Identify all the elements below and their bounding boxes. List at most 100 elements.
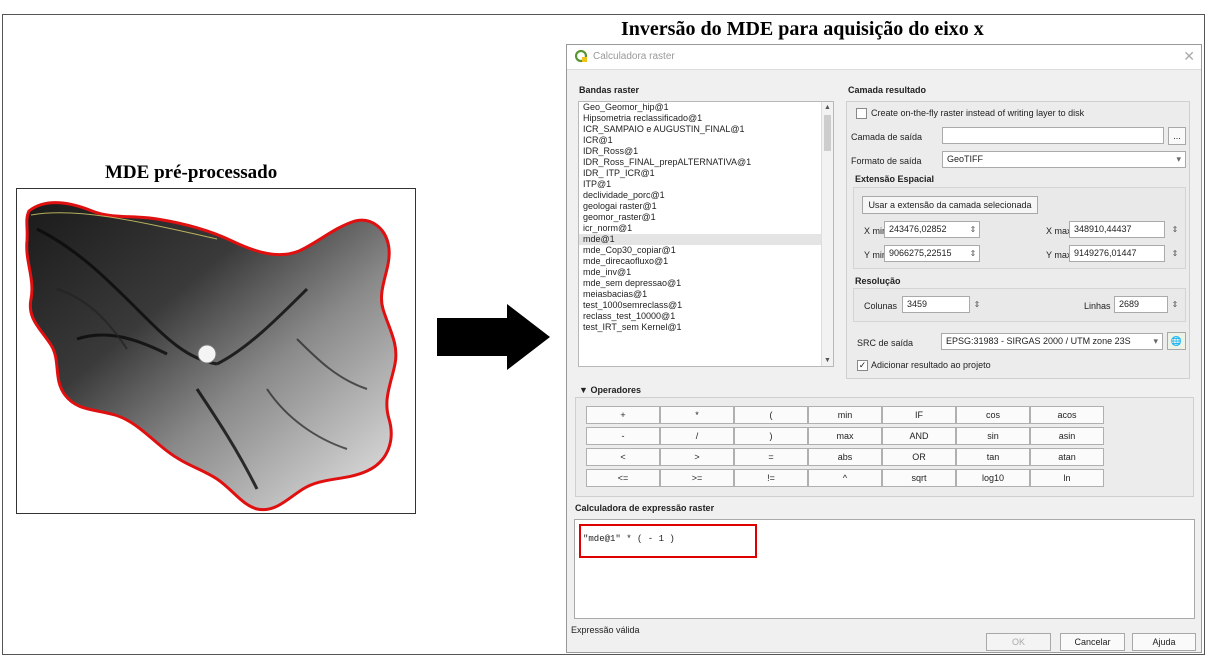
band-list-item[interactable]: ICR@1 <box>579 135 833 146</box>
band-list-item[interactable]: ICR_SAMPAIO e AUGUSTIN_FINAL@1 <box>579 124 833 135</box>
operator-button[interactable]: atan <box>1030 448 1104 466</box>
operator-button[interactable]: acos <box>1030 406 1104 424</box>
operator-button[interactable]: ( <box>734 406 808 424</box>
band-list-item[interactable]: geologai raster@1 <box>579 201 833 212</box>
operators-heading[interactable]: ▼ Operadores <box>579 385 641 395</box>
crs-label: SRC de saída <box>857 338 914 348</box>
extent-heading: Extensão Espacial <box>855 174 935 184</box>
scroll-down-icon[interactable]: ▼ <box>822 355 833 366</box>
format-label: Formato de saída <box>851 156 922 166</box>
bands-scrollbar[interactable]: ▲ ▼ <box>821 102 833 366</box>
use-layer-extent-button[interactable]: Usar a extensão da camada selecionada <box>862 196 1038 214</box>
operator-button[interactable]: + <box>586 406 660 424</box>
close-icon[interactable]: ✕ <box>1183 48 1195 65</box>
right-figure-title: Inversão do MDE para aquisição do eixo x <box>621 18 984 40</box>
add-result-label: Adicionar resultado ao projeto <box>871 360 991 370</box>
operator-button[interactable]: asin <box>1030 427 1104 445</box>
band-list-item[interactable]: IDR_ ITP_ICR@1 <box>579 168 833 179</box>
band-list-item[interactable]: meiasbacias@1 <box>579 289 833 300</box>
qgis-logo-icon <box>575 50 588 63</box>
scroll-thumb[interactable] <box>824 115 831 151</box>
band-list-item[interactable]: IDR_Ross_FINAL_prepALTERNATIVA@1 <box>579 157 833 168</box>
left-figure-title: MDE pré-processado <box>105 162 278 183</box>
columns-field[interactable]: 3459 <box>902 296 970 313</box>
operator-button[interactable]: min <box>808 406 882 424</box>
operator-button[interactable]: cos <box>956 406 1030 424</box>
operator-button[interactable]: AND <box>882 427 956 445</box>
band-list-item[interactable]: mde_Cop30_copiar@1 <box>579 245 833 256</box>
ymin-spin-icon[interactable]: ⇕ <box>968 246 978 261</box>
operator-button[interactable]: IF <box>882 406 956 424</box>
chevron-down-icon: ▾ <box>1153 336 1158 346</box>
band-list-item[interactable]: reclass_test_10000@1 <box>579 311 833 322</box>
band-list-item[interactable]: test_1000semreclass@1 <box>579 300 833 311</box>
operator-button[interactable]: abs <box>808 448 882 466</box>
operator-button[interactable]: / <box>660 427 734 445</box>
operator-button[interactable]: ^ <box>808 469 882 487</box>
operator-button[interactable]: tan <box>956 448 1030 466</box>
ymax-spin-icon[interactable]: ⇕ <box>1170 246 1180 261</box>
operator-button[interactable]: sin <box>956 427 1030 445</box>
collapse-triangle-icon: ▼ <box>579 385 588 395</box>
ymax-label: Y max <box>1046 250 1072 260</box>
band-list-item[interactable]: Hipsometria reclassificado@1 <box>579 113 833 124</box>
operator-button[interactable]: max <box>808 427 882 445</box>
xmax-field[interactable]: 348910,44437 <box>1069 221 1165 238</box>
operator-button[interactable]: ln <box>1030 469 1104 487</box>
band-list-item[interactable]: mde_direcaofluxo@1 <box>579 256 833 267</box>
select-crs-globe-icon[interactable]: 🌐 <box>1167 332 1186 350</box>
raster-calculator-dialog: Calculadora raster ✕ Bandas raster Geo_G… <box>566 44 1202 653</box>
extent-group: Usar a extensão da camada selecionada X … <box>853 187 1186 269</box>
ok-button[interactable]: OK <box>986 633 1051 651</box>
operator-button[interactable]: * <box>660 406 734 424</box>
operator-button[interactable]: < <box>586 448 660 466</box>
scroll-up-icon[interactable]: ▲ <box>822 102 833 113</box>
operator-button[interactable]: = <box>734 448 808 466</box>
operator-button[interactable]: <= <box>586 469 660 487</box>
band-list-item[interactable]: geomor_raster@1 <box>579 212 833 223</box>
band-list-item[interactable]: mde@1 <box>579 234 833 245</box>
band-list-item[interactable]: declividade_porc@1 <box>579 190 833 201</box>
onthefly-checkbox[interactable] <box>856 108 867 119</box>
operator-button[interactable]: OR <box>882 448 956 466</box>
ymax-field[interactable]: 9149276,01447 <box>1069 245 1165 262</box>
expression-text: "mde@1" * ( - 1 ) <box>583 534 675 544</box>
band-list-item[interactable]: icr_norm@1 <box>579 223 833 234</box>
cancel-button[interactable]: Cancelar <box>1060 633 1125 651</box>
band-list-item[interactable]: Geo_Geomor_hip@1 <box>579 102 833 113</box>
right-arrow-icon <box>437 304 552 375</box>
crs-select[interactable]: EPSG:31983 - SIRGAS 2000 / UTM zone 23S … <box>941 333 1163 350</box>
dem-map-graphic <box>25 201 398 512</box>
operators-panel: + *(min IF cos acos - /) max AND sin asin < > = abs OR t… <box>575 397 1194 497</box>
output-layer-field[interactable] <box>942 127 1164 144</box>
xmin-spin-icon[interactable]: ⇕ <box>968 222 978 237</box>
raster-bands-list[interactable]: Geo_Geomor_hip@1 Hipsometria reclassifica… <box>578 101 834 367</box>
expression-editor[interactable]: "mde@1" * ( - 1 ) <box>574 519 1195 619</box>
band-list-item[interactable]: mde_sem depressao@1 <box>579 278 833 289</box>
rows-spin-icon[interactable]: ⇕ <box>1170 297 1180 312</box>
ymin-field[interactable]: 9066275,22515 <box>884 245 980 262</box>
operator-button[interactable]: sqrt <box>882 469 956 487</box>
operator-button[interactable]: log10 <box>956 469 1030 487</box>
operator-button[interactable]: != <box>734 469 808 487</box>
operator-button[interactable]: > <box>660 448 734 466</box>
rows-field[interactable]: 2689 <box>1114 296 1168 313</box>
columns-label: Colunas <box>864 301 898 311</box>
operator-button[interactable]: ) <box>734 427 808 445</box>
band-list-item[interactable]: test_IRT_sem Kernel@1 <box>579 322 833 333</box>
operator-button[interactable]: >= <box>660 469 734 487</box>
format-select[interactable]: GeoTIFF ▾ <box>942 151 1186 168</box>
band-list-item[interactable]: IDR_Ross@1 <box>579 146 833 157</box>
browse-button[interactable]: ... <box>1168 127 1186 145</box>
help-button[interactable]: Ajuda <box>1132 633 1196 651</box>
xmin-field[interactable]: 243476,02852 <box>884 221 980 238</box>
operator-button[interactable]: - <box>586 427 660 445</box>
band-list-item[interactable]: mde_inv@1 <box>579 267 833 278</box>
columns-spin-icon[interactable]: ⇕ <box>972 297 982 312</box>
band-list-item[interactable]: ITP@1 <box>579 179 833 190</box>
onthefly-label: Create on-the-fly raster instead of writ… <box>871 108 1085 118</box>
xmax-spin-icon[interactable]: ⇕ <box>1170 222 1180 237</box>
dialog-title: Calculadora raster <box>593 51 675 62</box>
expression-status: Expressão válida <box>571 625 640 635</box>
add-result-checkbox[interactable]: ✓ <box>857 360 868 371</box>
